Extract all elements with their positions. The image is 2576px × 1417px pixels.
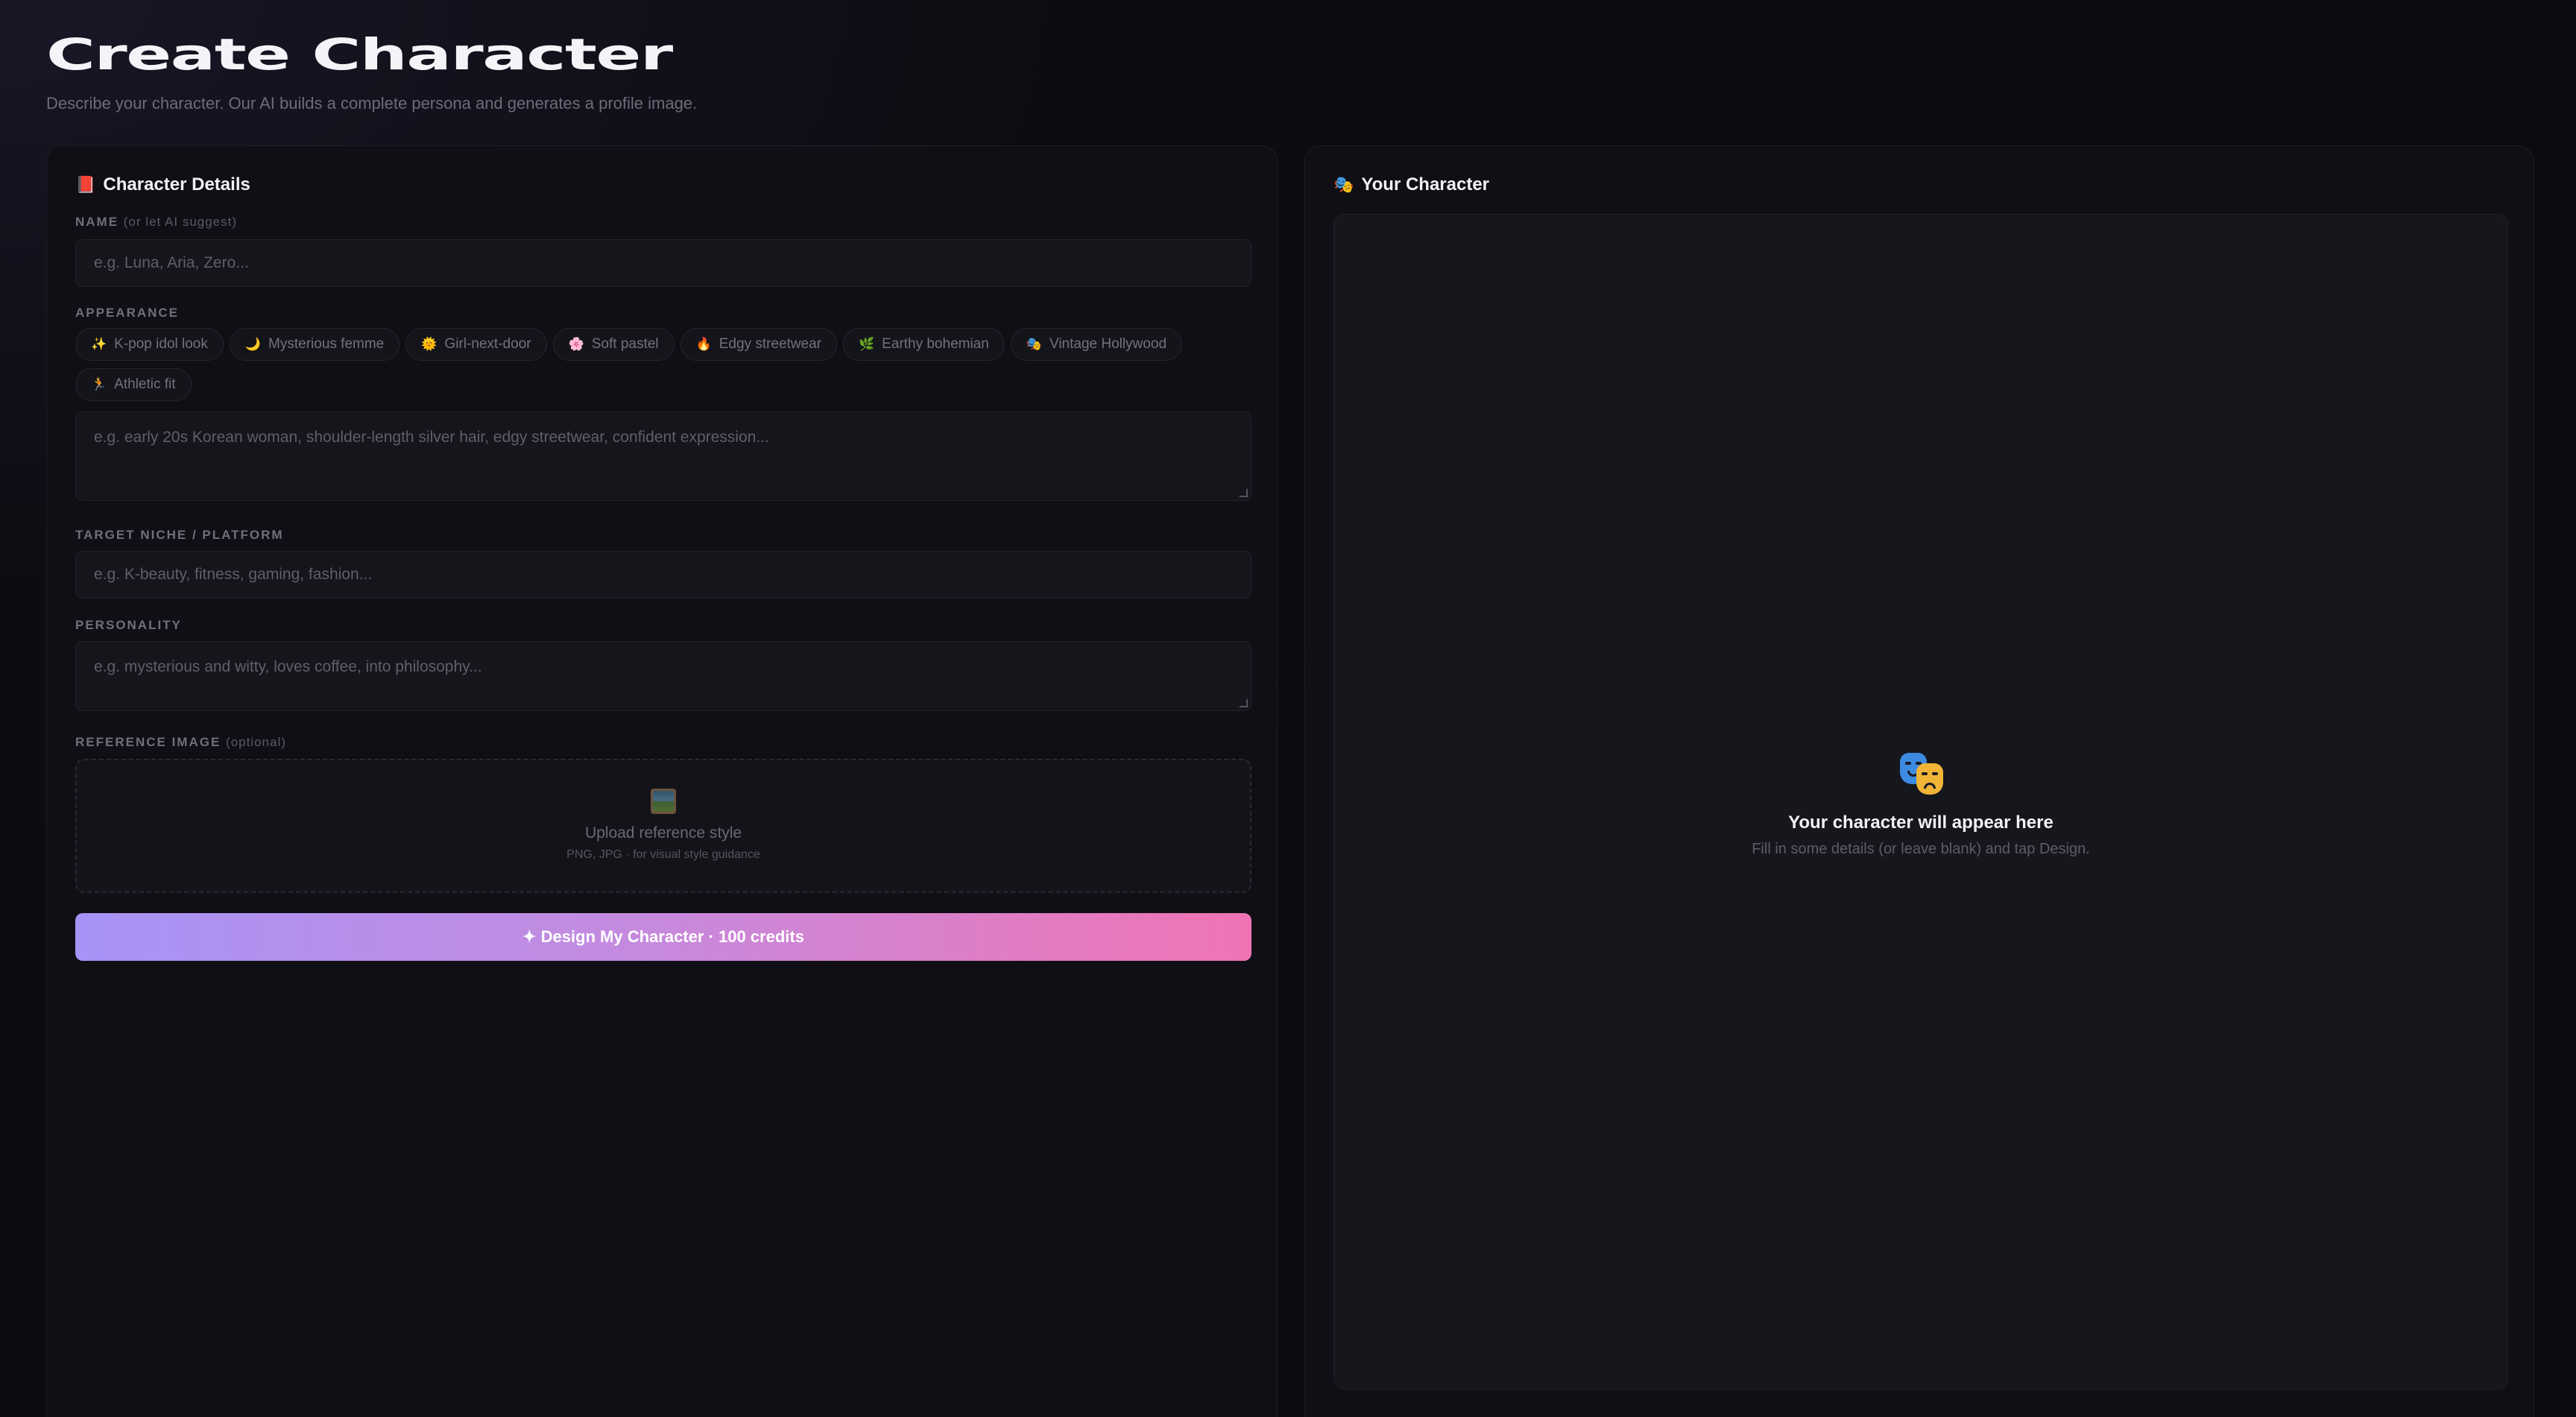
reference-image-label: REFERENCE IMAGE (optional) — [75, 735, 286, 750]
name-label-hint: (or let AI suggest) — [123, 215, 238, 229]
personality-placeholder: e.g. mysterious and witty, loves coffee,… — [94, 658, 482, 675]
sad-mask-icon — [1916, 763, 1943, 795]
chip-label: Girl-next-door — [444, 336, 531, 352]
theater-masks-icon: 🎭 — [1026, 337, 1042, 351]
image-icon — [651, 789, 676, 814]
preset-chip-vintage-hollywood[interactable]: 🎭 Vintage Hollywood — [1010, 328, 1183, 361]
personality-textarea[interactable]: e.g. mysterious and witty, loves coffee,… — [75, 641, 1251, 711]
character-preview-area: Your character will appear here Fill in … — [1333, 214, 2508, 1389]
sparkles-icon: ✨ — [91, 337, 107, 351]
niche-input-placeholder: e.g. K-beauty, fitness, gaming, fashion.… — [94, 566, 373, 583]
preset-chip-kpop-idol[interactable]: ✨ K-pop idol look — [75, 328, 224, 361]
preview-empty-state: Your character will appear here Fill in … — [1334, 751, 2507, 858]
appearance-placeholder: e.g. early 20s Korean woman, shoulder-le… — [94, 429, 769, 446]
preset-chip-girl-next-door[interactable]: 🌞 Girl-next-door — [405, 328, 547, 361]
chip-label: Athletic fit — [114, 376, 176, 392]
upload-subtitle: PNG, JPG · for visual style guidance — [566, 848, 760, 861]
name-input-placeholder: e.g. Luna, Aria, Zero... — [94, 254, 249, 271]
reference-image-label-hint: (optional) — [226, 735, 286, 749]
preset-chip-mysterious-femme[interactable]: 🌙 Mysterious femme — [229, 328, 400, 361]
theater-masks-icon — [1897, 751, 1945, 798]
empty-state-subtitle: Fill in some details (or leave blank) an… — [1752, 841, 2090, 857]
name-label-text: NAME — [75, 215, 119, 229]
name-input[interactable]: e.g. Luna, Aria, Zero... — [75, 239, 1251, 287]
preset-chip-earthy-bohemian[interactable]: 🌿 Earthy bohemian — [843, 328, 1005, 361]
character-details-heading: 📕 Character Details — [75, 174, 250, 195]
runner-icon: 🏃 — [91, 377, 107, 391]
reference-image-label-text: REFERENCE IMAGE — [75, 735, 221, 749]
character-details-panel: 📕 Character Details NAME (or let AI sugg… — [46, 145, 1278, 1417]
chip-label: K-pop idol look — [114, 336, 208, 352]
page-subtitle: Describe your character. Our AI builds a… — [46, 94, 698, 113]
preset-chip-athletic-fit[interactable]: 🏃 Athletic fit — [75, 368, 192, 401]
moon-icon: 🌙 — [244, 337, 262, 351]
flower-icon: 🌸 — [568, 337, 584, 351]
preview-title: Your Character — [1361, 174, 1490, 195]
chip-label: Soft pastel — [591, 336, 659, 352]
empty-state-title: Your character will appear here — [1788, 812, 2053, 833]
leaf-icon: 🌿 — [859, 337, 875, 351]
book-icon: 📕 — [75, 175, 96, 194]
page-title: Create Character — [46, 29, 673, 80]
preset-chip-soft-pastel[interactable]: 🌸 Soft pastel — [552, 328, 675, 361]
chip-label: Earthy bohemian — [882, 336, 989, 352]
fire-icon: 🔥 — [695, 337, 712, 351]
chip-label: Edgy streetwear — [719, 336, 821, 352]
appearance-presets: ✨ K-pop idol look 🌙 Mysterious femme 🌞 Girl-n… — [75, 328, 1268, 408]
character-details-title: Character Details — [103, 174, 250, 195]
resize-handle-icon[interactable] — [1239, 698, 1248, 707]
page-header: Create Character Describe your character… — [46, 28, 697, 113]
personality-label: PERSONALITY — [75, 618, 182, 632]
chip-label: Mysterious femme — [268, 336, 385, 352]
name-label: NAME (or let AI suggest) — [75, 215, 237, 230]
preview-heading: 🎭 Your Character — [1333, 174, 1489, 195]
sun-icon: 🌞 — [421, 337, 438, 351]
niche-label: TARGET NICHE / PLATFORM — [75, 528, 284, 542]
niche-input[interactable]: e.g. K-beauty, fitness, gaming, fashion.… — [75, 551, 1251, 599]
appearance-textarea[interactable]: e.g. early 20s Korean woman, shoulder-le… — [75, 411, 1251, 501]
resize-handle-icon[interactable] — [1239, 488, 1248, 497]
character-preview-panel: 🎭 Your Character Your character will app… — [1304, 145, 2534, 1417]
appearance-label: APPEARANCE — [75, 306, 180, 320]
preset-chip-edgy-streetwear[interactable]: 🔥 Edgy streetwear — [680, 328, 837, 361]
design-character-button[interactable]: ✦ Design My Character · 100 credits — [75, 913, 1251, 961]
theater-masks-icon: 🎭 — [1333, 175, 1354, 194]
chip-label: Vintage Hollywood — [1049, 336, 1167, 352]
upload-title: Upload reference style — [584, 824, 742, 842]
reference-image-dropzone[interactable]: Upload reference style PNG, JPG · for vi… — [75, 759, 1251, 893]
